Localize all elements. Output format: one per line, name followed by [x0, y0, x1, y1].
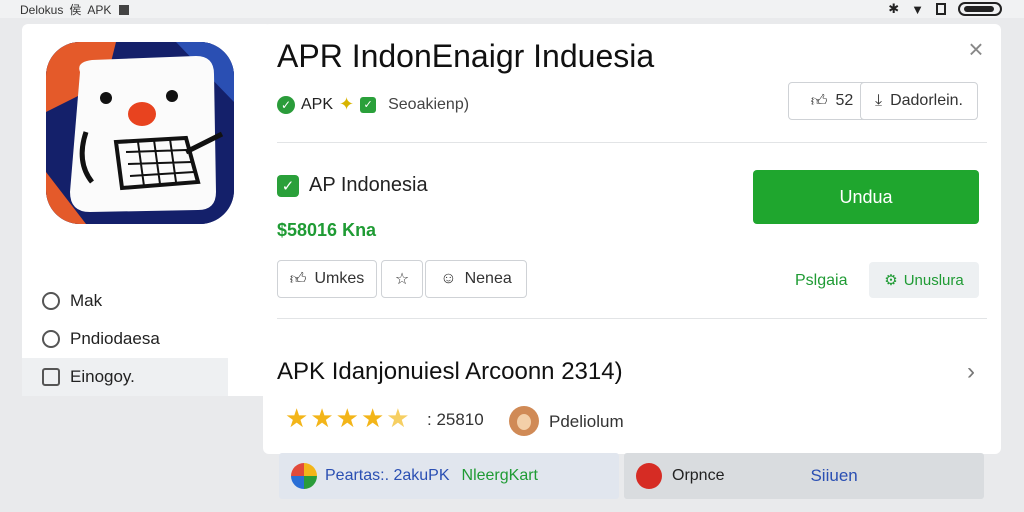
bottom-right-text: Orpnce	[672, 467, 725, 484]
edit-icon	[42, 368, 60, 386]
bottom-banner-left[interactable]: Peartas:. 2akuPK NleergKart	[279, 453, 619, 499]
star-icon: ★	[335, 403, 359, 433]
star-outline-icon: ☆	[394, 271, 410, 288]
star-rating: ★ ★ ★ ★ ★	[285, 404, 410, 432]
battery-icon	[958, 2, 1002, 16]
smiley-icon: ☺	[440, 270, 457, 287]
likes-button[interactable]: 👍︎ Umkes	[277, 260, 377, 298]
favorite-button[interactable]: ☆	[381, 260, 423, 298]
status-bar-left: Delokus 侯 APK	[20, 1, 130, 18]
check-icon: ✓	[277, 174, 299, 197]
divider	[277, 318, 987, 319]
side-menu: Mak Pndiodaesa Einogoy.	[22, 282, 272, 396]
sim-icon	[936, 3, 946, 15]
menu-item-label: Einogoy.	[70, 367, 135, 386]
info-title-text: AP Indonesia	[309, 174, 428, 196]
close-icon[interactable]: ×	[965, 36, 987, 62]
gear-icon: ⚙	[884, 272, 898, 289]
thumbs-up-icon: 👍︎	[289, 270, 307, 288]
category-link[interactable]: Pslgaia	[795, 272, 847, 290]
settings-chip[interactable]: ⚙ Unuslura	[869, 262, 979, 298]
circle-slash-icon	[42, 292, 60, 310]
check-icon: ✓	[360, 96, 377, 113]
menu-item-einogoy[interactable]: Einogoy.	[22, 358, 228, 396]
bottom-right-link[interactable]: Siiuen	[810, 466, 857, 486]
circle-slash-icon	[42, 330, 60, 348]
share-button[interactable]: ☺ Nenea	[425, 260, 527, 298]
status-bar: Delokus 侯 APK ✱ ▼	[0, 0, 1024, 18]
menu-item-mak[interactable]: Mak	[22, 282, 272, 320]
left-panel: Mak Pndiodaesa Einogoy.	[22, 24, 272, 396]
download-button[interactable]: ⤓ Dadorlein.	[860, 82, 978, 120]
wifi-icon: ▼	[911, 1, 924, 17]
app-detail-card: APR IndonEnaigr Induesia × ✓ APK ✦ ✓ Seo…	[263, 24, 1001, 454]
status-apk-label: APK	[87, 2, 112, 17]
menu-item-label: Mak	[70, 291, 103, 310]
avatar	[291, 463, 317, 489]
notification-icon	[119, 4, 130, 15]
badge-icon: ✦	[339, 94, 355, 114]
menu-item-label: Pndiodaesa	[70, 329, 160, 348]
status-bar-right: ✱ ▼	[888, 1, 1002, 17]
star-icon: ★	[285, 403, 309, 433]
record-icon	[636, 463, 662, 489]
rating-count: : 25810	[427, 410, 484, 429]
developer-row: ✓ APK ✦ ✓ Seoakienp)	[277, 94, 469, 115]
sub-label: APK	[301, 95, 334, 113]
reviewer-name[interactable]: Pdeliolum	[549, 412, 624, 432]
thumbs-up-icon: 👍︎	[810, 92, 828, 110]
price-label: $58016 Kna	[277, 220, 377, 240]
status-glyph: 侯	[69, 3, 82, 17]
bottom-left-text: Peartas:. 2akuPK	[325, 467, 450, 484]
bluetooth-icon: ✱	[888, 1, 900, 16]
star-icon: ★	[360, 403, 385, 433]
bottom-left-green: NleergKart	[461, 467, 538, 484]
chevron-right-icon[interactable]: ›	[967, 358, 975, 386]
settings-chip-label: Unuslura	[903, 271, 964, 289]
reviews-heading: APK Idanjonuiesl Arcoonn 2314)	[277, 358, 623, 385]
nenea-label: Nenea	[464, 270, 512, 287]
star-half-icon: ★	[386, 403, 410, 433]
likes-label: Umkes	[314, 270, 365, 287]
developer-name: Seoakienp)	[388, 95, 470, 113]
menu-item-pndiodaesa[interactable]: Pndiodaesa	[22, 320, 272, 358]
divider	[277, 142, 987, 143]
download-icon: ⤓	[874, 92, 883, 109]
star-icon: ★	[310, 403, 334, 433]
download-label: Dadorlein.	[890, 92, 963, 109]
bottom-banner-right[interactable]: Orpnce Siiuen	[624, 453, 984, 499]
page-title: APR IndonEnaigr Induesia	[277, 38, 655, 74]
like-count: 52	[835, 92, 854, 109]
cartoon-face-icon	[46, 42, 234, 224]
install-button[interactable]: Undua	[753, 170, 979, 224]
verified-icon: ✓	[277, 95, 295, 114]
info-title: ✓ AP Indonesia	[277, 174, 428, 197]
status-app-name: Delokus	[20, 2, 64, 17]
avatar[interactable]	[509, 406, 539, 436]
